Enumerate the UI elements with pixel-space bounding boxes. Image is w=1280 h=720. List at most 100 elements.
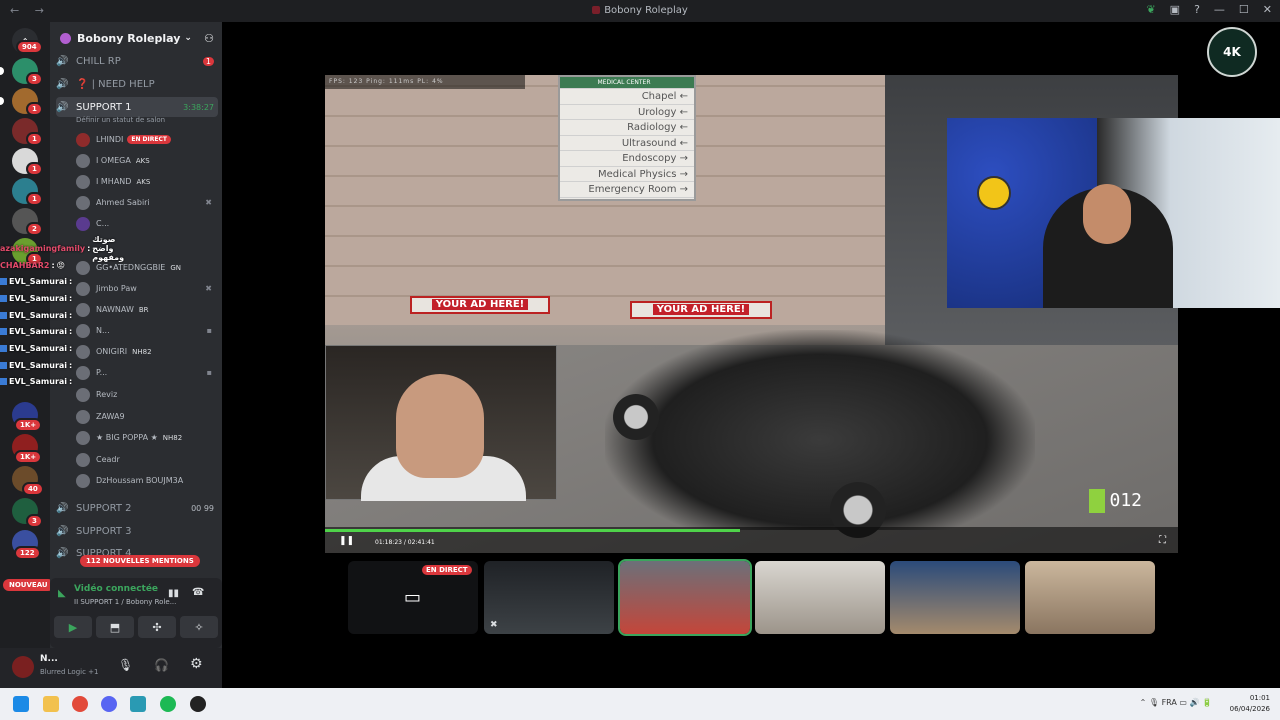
server-badge: 2 — [26, 222, 43, 236]
avatar — [76, 409, 90, 424]
speaker-icon: 🔊 — [56, 525, 69, 537]
inbox-icon[interactable]: ▣ — [1170, 3, 1180, 16]
guild-icon — [60, 32, 71, 44]
help-icon[interactable]: ? — [1194, 3, 1200, 16]
ad-board: YOUR AD HERE! — [630, 301, 772, 319]
clock[interactable]: 01:01 06/04/2026 — [1230, 693, 1270, 715]
server-badge: 40 — [22, 482, 44, 496]
avatar — [76, 195, 90, 210]
windows-taskbar: ⌃ 🎙 FRA ▭ 🔊 🔋 01:01 06/04/2026 — [0, 688, 1280, 720]
badge-icon — [0, 278, 7, 286]
nitro-icon[interactable]: ❦ — [1146, 3, 1155, 16]
speaker-icon: 🔊 — [56, 101, 69, 113]
channel-support-2[interactable]: 🔊 SUPPORT 2 00 99 — [56, 498, 218, 518]
file-explorer-icon[interactable] — [43, 696, 59, 712]
chat-line: EVL_Samurai: — [0, 340, 100, 357]
channel-chill-rp[interactable]: 🔊 CHILL RP 1 — [56, 51, 218, 71]
app-icon[interactable] — [130, 696, 146, 712]
disconnect-icon[interactable]: ☎ — [192, 587, 204, 598]
channel-status[interactable]: Définir un statut de salon — [56, 113, 218, 127]
player-controls[interactable]: ❚❚ 01:18:23 / 02:41:41 ⛶ — [325, 527, 1178, 553]
voice-panel: ◣ Vidéo connectée II SUPPORT 1 / Bobony … — [50, 578, 222, 648]
noise-icon[interactable]: ▮▮ — [168, 588, 179, 599]
headset-icon[interactable]: 🎧 — [154, 658, 169, 672]
voice-status: Vidéo connectée — [74, 584, 159, 594]
maximize-button[interactable]: ☐ — [1239, 3, 1249, 16]
discord-icon[interactable] — [101, 696, 117, 712]
channel-support-3[interactable]: 🔊 SUPPORT 3 — [56, 521, 218, 541]
minimize-button[interactable]: — — [1214, 3, 1225, 16]
unread-pill — [0, 67, 4, 75]
server-badge: 1 — [26, 102, 43, 116]
username[interactable]: N... — [40, 654, 58, 664]
channel-need-help[interactable]: 🔊 ❓ | NEED HELP — [56, 74, 218, 94]
voice-user[interactable]: ZAWA9 — [76, 407, 218, 426]
voice-user[interactable]: Ahmed Sabiri ✖ — [76, 193, 218, 212]
server-badge: 1 — [26, 192, 43, 206]
facecam-overlay — [947, 118, 1280, 308]
avatar[interactable] — [12, 656, 34, 678]
participant-tile[interactable] — [755, 561, 885, 634]
mute-icon: ✖ — [205, 198, 212, 207]
badge-icon — [0, 328, 7, 336]
time-display: 01:18:23 / 02:41:41 — [375, 539, 435, 546]
camera-button[interactable]: ▶ — [54, 616, 92, 638]
app-icon[interactable] — [190, 696, 206, 712]
voice-user[interactable]: I MHAND AKS — [76, 172, 218, 191]
chat-line: EVL_Samurai: — [0, 374, 100, 391]
mute-icon: ✖ — [490, 620, 498, 630]
close-button[interactable]: ✕ — [1263, 3, 1272, 16]
progress-bar[interactable] — [325, 529, 741, 532]
voice-user[interactable]: LHINDI EN DIRECT — [76, 130, 218, 149]
system-tray[interactable]: ⌃ 🎙 FRA ▭ 🔊 🔋 — [1140, 698, 1212, 707]
chrome-icon[interactable] — [72, 696, 88, 712]
signal-icon: ◣ — [58, 588, 66, 599]
face — [396, 374, 484, 478]
live-badge: EN DIRECT — [127, 135, 171, 144]
mic-icon[interactable]: 🎙 — [118, 658, 133, 672]
stream-chat-overlay: azakigamingfamily: صوتك واضح ومفهوم CHAH… — [0, 235, 124, 391]
badge-icon — [0, 378, 7, 386]
badge-icon — [0, 311, 7, 319]
voice-user[interactable]: I OMEGA AKS — [76, 151, 218, 170]
voice-channel[interactable]: II SUPPORT 1 / Bobony Role... — [74, 598, 176, 606]
voice-user[interactable]: DzHoussam BOUJM3A — [76, 471, 218, 490]
activities-button[interactable]: ✣ — [138, 616, 176, 638]
spotify-icon[interactable] — [160, 696, 176, 712]
pause-icon[interactable]: ❚❚ — [339, 536, 354, 546]
camera-icon: ▪ — [206, 326, 212, 335]
participant-tile[interactable] — [618, 559, 752, 636]
mute-icon: ✖ — [205, 284, 212, 293]
face — [1083, 184, 1131, 244]
invite-icon[interactable]: ⚇ — [204, 32, 214, 45]
participant-tile[interactable] — [1025, 561, 1155, 634]
guild-header[interactable]: Bobony Roleplay ⌄ ⚇ — [50, 22, 222, 54]
direction-sign: MEDICAL CENTER Chapel ← Urology ← Radiol… — [558, 75, 696, 201]
game-hud: FPS: 123 Ping: 111ms PL: 4% — [325, 75, 525, 89]
chat-line: EVL_Samurai: — [0, 273, 100, 290]
soundboard-button[interactable]: ✧ — [180, 616, 218, 638]
participant-tile[interactable]: ✖ — [484, 561, 614, 634]
wheel — [613, 394, 659, 440]
server-badge: 122 — [14, 546, 41, 560]
camera-icon: ▪ — [206, 368, 212, 377]
guild-name: Bobony Roleplay — [77, 31, 181, 45]
language[interactable]: FRA — [1162, 698, 1177, 707]
clock-icon — [977, 176, 1011, 210]
participant-tile[interactable] — [890, 561, 1020, 634]
new-button[interactable]: NOUVEAU — [3, 579, 54, 591]
participant-tile-screen[interactable]: EN DIRECT ▭ — [348, 561, 478, 634]
windows-start-icon[interactable] — [13, 696, 29, 712]
car — [605, 330, 1035, 538]
badge-icon — [0, 361, 7, 369]
voice-user[interactable]: C... — [76, 214, 218, 233]
voice-user[interactable]: ★ BIG POPPA ★ NH82 — [76, 428, 218, 447]
screenshare-button[interactable]: ⬒ — [96, 616, 134, 638]
voice-user[interactable]: Ceadr — [76, 450, 218, 469]
speaker-icon: 🔊 — [56, 547, 69, 559]
mentions-button[interactable]: 112 NOUVELLES MENTIONS — [80, 555, 200, 567]
fullscreen-icon[interactable]: ⛶ — [1159, 535, 1166, 546]
settings-icon[interactable]: ⚙ — [190, 656, 203, 672]
server-badge: 1 — [26, 132, 43, 146]
badge-icon — [0, 294, 7, 302]
